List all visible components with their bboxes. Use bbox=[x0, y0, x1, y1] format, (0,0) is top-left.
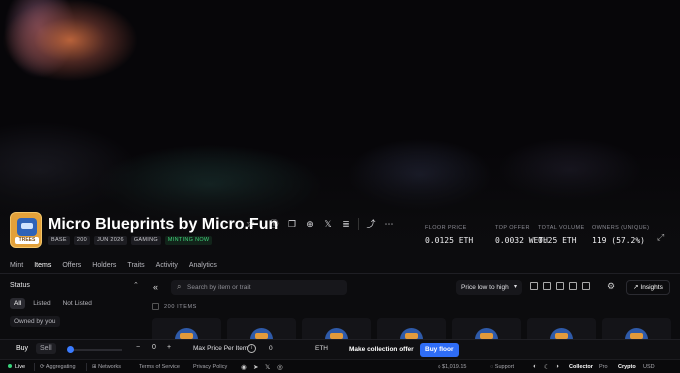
chevron-up-icon[interactable]: ⌃ bbox=[133, 281, 139, 289]
sweep-bar: Buy Sell − 0 + Max Price Per Item i 0 ET… bbox=[0, 339, 680, 359]
select-all-checkbox[interactable] bbox=[152, 303, 159, 310]
stat-label: FLOOR PRICE bbox=[425, 225, 467, 231]
grid-large-view-icon[interactable] bbox=[556, 282, 564, 290]
date-badge: JUN 2026 bbox=[93, 236, 127, 245]
copy-icon[interactable]: ❐ bbox=[286, 218, 298, 230]
crypto-currency-toggle[interactable]: Crypto bbox=[615, 362, 639, 372]
trend-icon: ↗ bbox=[633, 284, 639, 291]
status-filter-heading[interactable]: Status bbox=[10, 282, 30, 289]
divider bbox=[358, 218, 359, 230]
stack-icon[interactable]: ≣ bbox=[340, 218, 352, 230]
stat-label: TOTAL VOLUME bbox=[538, 225, 585, 231]
info-icon[interactable]: i bbox=[247, 344, 256, 353]
items-count-label: 200 ITEMS bbox=[164, 303, 197, 310]
discord-icon[interactable]: ◉ bbox=[241, 363, 247, 371]
tabs-divider bbox=[0, 273, 680, 274]
collector-mode[interactable]: Collector bbox=[566, 362, 596, 372]
share-icon[interactable]: ⤴ bbox=[365, 218, 377, 230]
minting-badge[interactable]: MINTING NOW bbox=[164, 236, 213, 245]
stat-value: 0.0125 ETH bbox=[425, 236, 474, 245]
make-collection-offer-button[interactable]: Make collection offer bbox=[344, 343, 419, 357]
grid-small-view-icon[interactable] bbox=[530, 282, 538, 290]
networks-link[interactable]: ⊞ Networks bbox=[92, 364, 121, 370]
slider-knob[interactable] bbox=[67, 346, 74, 353]
instagram-icon[interactable]: ◎ bbox=[277, 363, 283, 371]
status-options: All Listed Not Listed bbox=[10, 298, 96, 309]
system-theme-icon[interactable]: ◐ bbox=[533, 363, 537, 370]
terms-link[interactable]: Terms of Service bbox=[139, 364, 180, 370]
header-actions: ⓘ ❐ ⊕ 𝕏 ≣ ⤴ ⋯ bbox=[268, 218, 395, 230]
star-icon[interactable]: ☆ bbox=[246, 219, 255, 230]
increment-button[interactable]: + bbox=[167, 344, 171, 351]
supply-badge: 200 bbox=[73, 236, 90, 245]
collection-avatar: TREES bbox=[10, 212, 42, 248]
divider bbox=[34, 363, 35, 371]
items-count: 200 ITEMS bbox=[152, 303, 197, 310]
status-footer: Live ⟳ Aggregating ⊞ Networks Terms of S… bbox=[0, 359, 680, 373]
robot-image bbox=[17, 218, 37, 236]
support-label: Support bbox=[494, 363, 515, 370]
aggregating-label: Aggregating bbox=[45, 363, 76, 370]
quantity-slider[interactable] bbox=[67, 346, 122, 353]
currency-label: ETH bbox=[315, 345, 328, 352]
stat-floor-price: FLOOR PRICE 0.0125 ETH bbox=[425, 225, 473, 245]
telegram-icon[interactable]: ➤ bbox=[253, 363, 258, 371]
owned-by-you-filter[interactable]: Owned by you bbox=[10, 316, 60, 327]
stat-total-volume: TOTAL VOLUME 0.25 ETH bbox=[538, 225, 585, 245]
avatar-tag: TREES bbox=[15, 237, 39, 244]
usd-currency-toggle[interactable]: USD bbox=[640, 362, 658, 372]
expand-icon[interactable]: ⤢ bbox=[657, 232, 664, 243]
support-link[interactable]: ◌ Support bbox=[490, 364, 514, 370]
buy-toggle[interactable]: Buy bbox=[16, 345, 28, 352]
status-listed[interactable]: Listed bbox=[29, 298, 54, 309]
max-price-input[interactable]: 0 bbox=[269, 345, 273, 352]
search-box: ⌕ bbox=[171, 280, 347, 295]
sort-dropdown[interactable]: Price low to high ▾ bbox=[456, 280, 522, 295]
stat-value: 0.25 ETH bbox=[538, 236, 577, 245]
live-indicator: Live bbox=[8, 363, 26, 370]
quantity-value[interactable]: 0 bbox=[152, 344, 156, 351]
search-input[interactable] bbox=[187, 282, 337, 293]
x-icon[interactable]: 𝕏 bbox=[322, 218, 334, 230]
eth-price: ⬨ $1,019.15 bbox=[438, 363, 467, 370]
max-price-label: Max Price Per Item bbox=[193, 345, 249, 352]
status-all[interactable]: All bbox=[10, 298, 26, 309]
view-toggles bbox=[530, 282, 590, 290]
stat-label: OWNERS (UNIQUE) bbox=[592, 225, 650, 231]
live-label: Live bbox=[15, 363, 26, 370]
light-mode-icon[interactable]: ◑ bbox=[555, 363, 559, 370]
sort-label: Price low to high bbox=[461, 284, 509, 291]
settings-icon[interactable]: ⚙ bbox=[607, 281, 615, 292]
live-dot-icon bbox=[8, 363, 12, 368]
status-not-listed[interactable]: Not Listed bbox=[59, 298, 96, 309]
info-icon[interactable]: ⓘ bbox=[268, 218, 280, 230]
collection-title: Micro Blueprints by Micro.Fun bbox=[48, 216, 279, 233]
x-icon[interactable]: 𝕏 bbox=[265, 363, 270, 371]
chain-badge: BASE bbox=[48, 236, 70, 245]
grid-view-icon[interactable] bbox=[543, 282, 551, 290]
list-view-icon[interactable] bbox=[569, 282, 577, 290]
category-badge: GAMING bbox=[130, 236, 161, 245]
pro-mode[interactable]: Pro bbox=[596, 362, 611, 372]
buy-floor-button[interactable]: Buy floor bbox=[420, 343, 459, 357]
divider bbox=[86, 363, 87, 371]
insights-label: Insights bbox=[640, 284, 663, 291]
aggregating-link[interactable]: ⟳ Aggregating bbox=[40, 364, 76, 370]
collection-badges: BASE 200 JUN 2026 GAMING MINTING NOW bbox=[48, 236, 213, 245]
networks-label: Networks bbox=[98, 363, 122, 370]
globe-icon[interactable]: ⊕ bbox=[304, 218, 316, 230]
table-view-icon[interactable] bbox=[582, 282, 590, 290]
insights-button[interactable]: ↗ Insights bbox=[626, 280, 670, 295]
decrement-button[interactable]: − bbox=[136, 344, 140, 351]
chevron-down-icon: ▾ bbox=[513, 284, 517, 290]
sell-toggle[interactable]: Sell bbox=[36, 343, 56, 354]
privacy-link[interactable]: Privacy Policy bbox=[193, 364, 227, 370]
search-icon: ⌕ bbox=[177, 282, 182, 291]
stat-owners: OWNERS (UNIQUE) 119 (57.2%) bbox=[592, 225, 649, 245]
dark-mode-icon[interactable]: ☾ bbox=[544, 363, 550, 371]
more-icon[interactable]: ⋯ bbox=[383, 218, 395, 230]
collapse-sidebar-icon[interactable]: « bbox=[153, 282, 158, 292]
eth-price-value: $1,019.15 bbox=[442, 363, 467, 370]
stat-value: 119 (57.2%) bbox=[592, 236, 645, 245]
